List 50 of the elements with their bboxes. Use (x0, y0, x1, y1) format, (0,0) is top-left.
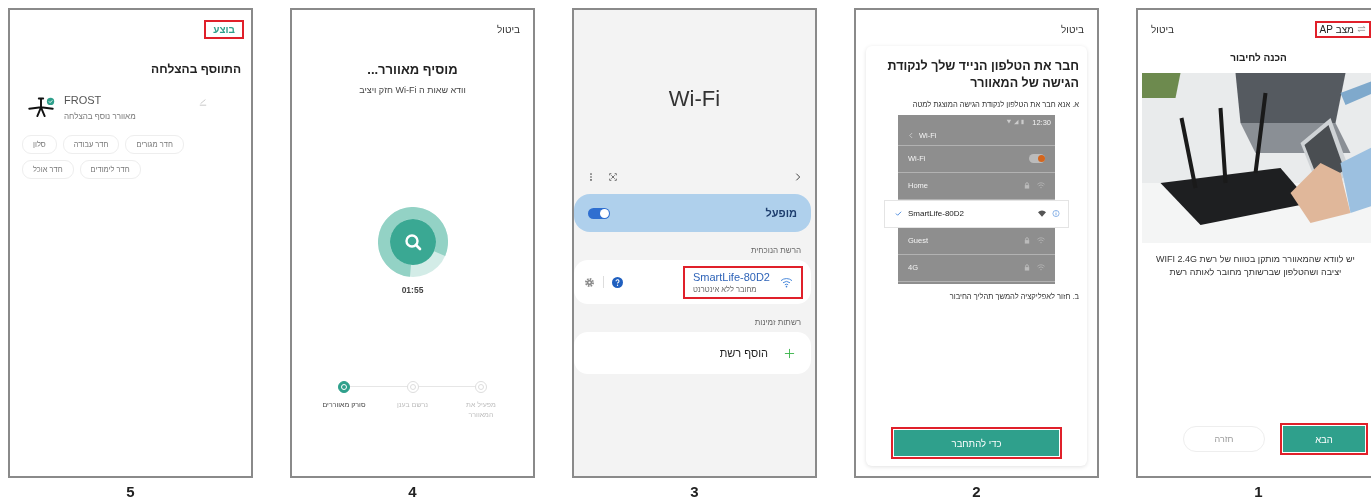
screen-title: חבר את הטלפון הנייד שלך לנקודת הגישה של המאוורר (886, 58, 1079, 92)
cancel-link[interactable]: ביטול (494, 22, 523, 36)
lock-icon (1023, 264, 1031, 272)
help-icon[interactable] (612, 276, 623, 288)
connect-button[interactable]: כדי להתחבר (894, 430, 1059, 456)
screen-title: התווסף בהצלחה (150, 62, 241, 76)
wifi-toggle-bar[interactable]: מופעל (574, 194, 811, 232)
back-icon[interactable] (793, 172, 803, 182)
done-link[interactable]: בוצע (207, 22, 241, 36)
lock-icon (1023, 237, 1031, 245)
subtitle: וודא שאות ה Wi-Fi חזק ויציב (358, 85, 467, 95)
add-network-label: הוסף רשת (719, 347, 768, 359)
wifi-icon (1038, 210, 1046, 218)
add-network-row[interactable]: הוסף רשת (574, 332, 811, 374)
device-name: FROST (64, 94, 102, 106)
wifi-icon (1037, 182, 1045, 190)
toggle-switch[interactable] (588, 207, 610, 219)
scan-icon[interactable] (608, 172, 618, 182)
settings-icon[interactable] (584, 276, 595, 288)
lock-icon (1023, 182, 1031, 190)
back-icon (908, 132, 913, 140)
wifi-icon (1037, 237, 1045, 245)
cancel-link[interactable]: ביטול (1148, 22, 1177, 36)
wifi-icon (780, 276, 793, 288)
step-number: 1 (1254, 483, 1263, 500)
info-icon (1052, 210, 1060, 218)
fan-icon (26, 96, 56, 119)
screen-title: הכנה לחיבור (1229, 52, 1288, 63)
swap-icon (1357, 25, 1366, 33)
device-status: מאוורר נוסף בהצלחה (64, 112, 136, 121)
step-number: 3 (690, 483, 699, 500)
cancel-link[interactable]: ביטול (1058, 22, 1087, 36)
step-number: 5 (126, 483, 135, 500)
screen-title: Wi‑Fi (667, 86, 722, 112)
section-heading: הרשת הנוכחית (749, 246, 801, 255)
mockup-row-label: SmartLife-80D2 (908, 209, 965, 219)
section-heading: רשתות זמינות (753, 318, 801, 327)
ap-mode-link[interactable]: מצב AP (1316, 22, 1369, 36)
screen-title: מוסיף מאוורר... (366, 62, 459, 77)
network-name: SmartLife-80D2 (692, 270, 770, 283)
step-number: 2 (972, 483, 981, 500)
wifi-icon (1037, 264, 1045, 272)
step-number: 4 (408, 483, 417, 500)
plus-icon (784, 347, 795, 359)
instruction-text: יש לוודא שהמאוורר מותקן בטווח של רשת WIFI 2.4G יציבה ושהטלפון שברשותך מחובר לאותה רשת (1155, 253, 1356, 280)
timer: 01:55 (401, 285, 424, 295)
progress-ring (377, 207, 448, 277)
next-button[interactable]: הבא (1283, 426, 1365, 452)
check-icon (895, 210, 902, 218)
toggle-label: מופעל (765, 207, 797, 219)
